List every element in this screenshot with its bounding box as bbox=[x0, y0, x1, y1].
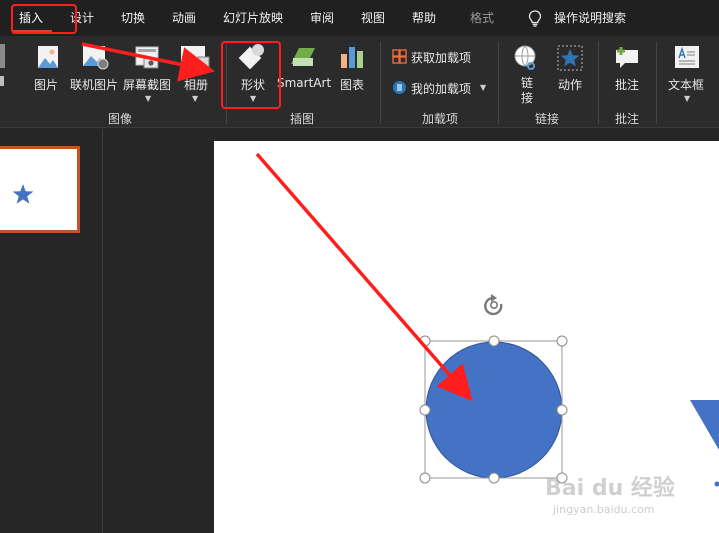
tab-slideshow[interactable]: 幻灯片放映 bbox=[223, 0, 283, 36]
action-label: 动作 bbox=[558, 78, 583, 92]
chart-button[interactable]: 图表 bbox=[336, 40, 368, 100]
links-group-label: 链接 bbox=[535, 112, 560, 126]
ribbon-tab-bar: 插入 设计 切换 动画 幻灯片放映 审阅 视图 帮助 格式 操作说明搜索 bbox=[0, 0, 719, 36]
watermark-logo: Bai du 经验 bbox=[545, 476, 675, 501]
textbox-dropdown-caret[interactable]: ▼ bbox=[684, 94, 690, 103]
chart-label: 图表 bbox=[340, 78, 365, 92]
picture-icon bbox=[38, 46, 58, 68]
store-icon bbox=[392, 49, 407, 64]
online-picture-button[interactable]: 联机图片 bbox=[70, 40, 120, 100]
group-separator bbox=[598, 42, 599, 124]
screenshot-button[interactable]: 屏幕截图 ▼ bbox=[122, 40, 174, 110]
addins-group-label: 加载项 bbox=[422, 112, 459, 126]
tab-transitions[interactable]: 切换 bbox=[121, 0, 145, 36]
screenshot-label: 屏幕截图 bbox=[123, 78, 172, 92]
photo-album-icon bbox=[181, 46, 210, 69]
get-addins-button[interactable]: 获取加载项 bbox=[390, 48, 496, 66]
online-picture-icon bbox=[83, 46, 109, 70]
get-addins-label: 获取加载项 bbox=[411, 51, 472, 65]
slide-thumbnail[interactable] bbox=[0, 146, 80, 233]
tab-review[interactable]: 审阅 bbox=[310, 0, 334, 36]
shapes-dropdown-caret[interactable]: ▼ bbox=[250, 94, 256, 103]
smartart-label: SmartArt bbox=[277, 76, 332, 90]
photo-album-button[interactable]: 相册 ▼ bbox=[178, 40, 214, 110]
action-icon bbox=[557, 45, 583, 71]
textbox-icon bbox=[675, 46, 699, 68]
textbox-label: 文本框 bbox=[668, 78, 705, 92]
picture-button[interactable]: 图片 bbox=[30, 40, 66, 100]
group-separator bbox=[656, 42, 657, 124]
action-button[interactable]: 动作 bbox=[554, 40, 586, 100]
group-separator bbox=[380, 42, 381, 124]
online-picture-label: 联机图片 bbox=[70, 78, 119, 92]
clipped-label-fragment bbox=[0, 76, 4, 86]
tab-view[interactable]: 视图 bbox=[361, 0, 385, 36]
my-addins-icon bbox=[393, 81, 406, 94]
textbox-button[interactable]: 文本框 ▼ bbox=[664, 40, 714, 110]
link-label: 链 接 bbox=[521, 76, 534, 105]
photo-album-dropdown-caret[interactable]: ▼ bbox=[192, 94, 198, 103]
tab-design[interactable]: 设计 bbox=[70, 0, 94, 36]
tab-animations[interactable]: 动画 bbox=[172, 0, 196, 36]
tell-me-search[interactable]: 操作说明搜索 bbox=[554, 0, 626, 36]
my-addins-label: 我的加载项 bbox=[411, 82, 472, 96]
screenshot-icon bbox=[135, 46, 159, 69]
chart-icon bbox=[341, 47, 363, 68]
smartart-icon bbox=[291, 48, 315, 66]
comments-group-label: 批注 bbox=[615, 112, 640, 126]
illustrations-group-label: 插图 bbox=[290, 112, 315, 126]
tab-format[interactable]: 格式 bbox=[470, 0, 494, 36]
active-tab-indicator bbox=[12, 30, 52, 33]
shapes-icon bbox=[238, 44, 264, 70]
smartart-button[interactable]: SmartArt bbox=[276, 40, 332, 100]
group-separator bbox=[498, 42, 499, 124]
link-button[interactable]: 链 接 bbox=[510, 40, 544, 110]
photo-album-label: 相册 bbox=[184, 78, 209, 92]
picture-label: 图片 bbox=[34, 78, 59, 92]
shapes-button[interactable]: 形状 ▼ bbox=[232, 40, 274, 110]
comment-label: 批注 bbox=[615, 78, 640, 92]
screenshot-dropdown-caret[interactable]: ▼ bbox=[145, 94, 151, 103]
group-separator bbox=[226, 42, 227, 124]
my-addins-dropdown-caret[interactable]: ▼ bbox=[480, 83, 486, 92]
tab-help[interactable]: 帮助 bbox=[412, 0, 436, 36]
lightbulb-icon bbox=[528, 10, 542, 27]
star-shape-thumbnail bbox=[12, 184, 34, 204]
comment-button[interactable]: 批注 bbox=[610, 40, 644, 100]
watermark-url: jingyan.baidu.com bbox=[553, 503, 655, 516]
my-addins-button[interactable]: 我的加载项 ▼ bbox=[390, 79, 494, 97]
shapes-label: 形状 bbox=[241, 78, 266, 92]
ribbon: 图片 联机图片 屏幕截图 ▼ 相册 ▼ 图像 形状 ▼ SmartArt 图表 … bbox=[0, 36, 719, 128]
link-icon bbox=[514, 45, 536, 70]
comment-icon bbox=[616, 47, 638, 68]
clipped-button-fragment bbox=[0, 44, 5, 68]
images-group-label: 图像 bbox=[108, 112, 133, 126]
